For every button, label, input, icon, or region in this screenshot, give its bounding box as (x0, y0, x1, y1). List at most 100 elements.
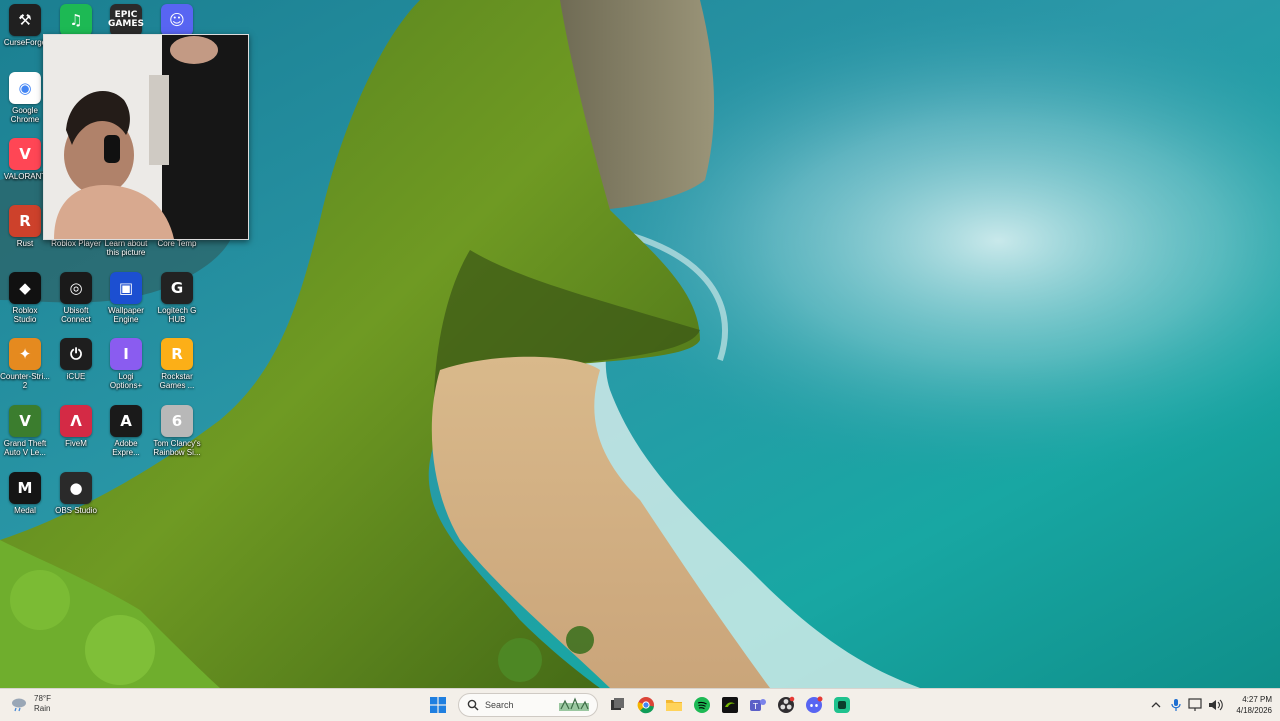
desktop-icon-fivem[interactable]: Λ FiveM (51, 405, 101, 448)
desktop-icon-label: OBS Studio (55, 506, 97, 515)
weather-temp: 78°F (34, 694, 51, 703)
chrome-icon (637, 697, 654, 714)
taskbar-clock[interactable]: 4:27 PM 4/18/2026 (1236, 694, 1272, 716)
weather-widget[interactable]: 78°F Rain (10, 694, 51, 714)
gta-icon: V (9, 405, 41, 437)
system-tray: 4:27 PM 4/18/2026 (1146, 693, 1272, 717)
desktop-icon-label: Wallpaper Engine (108, 306, 144, 324)
desktop-icon-label: Learn about this picture (104, 239, 148, 257)
taskbar-spotify[interactable] (690, 693, 714, 717)
desktop-icon-roblox-studio[interactable]: ◆ Roblox Studio (0, 272, 50, 324)
desktop-icon-obs[interactable]: ● OBS Studio (51, 472, 101, 515)
desktop-icon-label: Rust (16, 239, 34, 248)
tray-network[interactable] (1187, 696, 1205, 714)
desktop-icon-label: Logi Options+ (109, 372, 143, 390)
desktop-icon-label: Logitech G HUB (157, 306, 197, 324)
svg-text:T: T (752, 702, 758, 711)
desktop-icon-rainbow-six[interactable]: 6 Tom Clancy's Rainbow Si... (152, 405, 202, 457)
desktop-icon-label: Ubisoft Connect (61, 306, 91, 324)
clock-date: 4/18/2026 (1236, 706, 1272, 715)
desktop-icon-logitech[interactable]: G Logitech G HUB (152, 272, 202, 324)
desktop-icon-cs2[interactable]: ✦ Counter-Stri... 2 (0, 338, 50, 390)
taskbar-discord[interactable] (802, 693, 826, 717)
desktop-icon-gta5[interactable]: V Grand Theft Auto V Le... (0, 405, 50, 457)
rust-icon: R (9, 205, 41, 237)
obs-icon (778, 696, 795, 713)
taskbar-nvidia[interactable] (718, 693, 742, 717)
tray-volume[interactable] (1207, 696, 1225, 714)
taskbar: 78°F Rain Search T 4:27 PM 4/18/2026 (0, 688, 1280, 721)
fivem-icon: Λ (60, 405, 92, 437)
logitech-g-icon: G (161, 272, 193, 304)
desktop-icon-ubisoft[interactable]: ◎ Ubisoft Connect (51, 272, 101, 324)
desktop-icon-label: Medal (14, 506, 36, 515)
chrome-icon: ◉ (9, 72, 41, 104)
tray-overflow-button[interactable] (1147, 696, 1165, 714)
medal-icon: M (9, 472, 41, 504)
discord-icon (806, 696, 823, 713)
taskbar-app[interactable] (830, 693, 854, 717)
windows-start-icon (430, 697, 446, 713)
desktop-icon-label: Core Temp (157, 239, 197, 248)
microphone-icon (1171, 699, 1182, 711)
folder-icon (666, 700, 682, 711)
obs-icon: ● (60, 472, 92, 504)
wallpaper-engine-icon: ▣ (110, 272, 142, 304)
clock-time: 4:27 PM (1242, 695, 1272, 704)
desktop-icon-label: Roblox Studio (12, 306, 38, 324)
desktop-icon-label: iCUE (66, 372, 86, 381)
speaker-icon (1209, 699, 1224, 711)
valorant-icon: V (9, 138, 41, 170)
adobe-express-icon: A (110, 405, 142, 437)
desktop-icon-discord[interactable]: ☺ (152, 4, 202, 38)
anvil-icon: ⚒ (9, 4, 41, 36)
roblox-studio-icon: ◆ (9, 272, 41, 304)
ubisoft-icon: ◎ (60, 272, 92, 304)
desktop-icon-label: Roblox Player (51, 239, 101, 248)
desktop-icon-spotify[interactable]: ♫ (51, 4, 101, 38)
desktop-icon-rockstar[interactable]: R Rockstar Games ... (152, 338, 202, 390)
icue-icon: ⏻ (60, 338, 92, 370)
desktop-icon-adobe-express[interactable]: A Adobe Expre... (101, 405, 151, 457)
search-placeholder: Search (485, 700, 514, 710)
desktop-icon-label: Tom Clancy's Rainbow Si... (153, 439, 201, 457)
rockstar-icon: R (161, 338, 193, 370)
desktop-icon-wallpaper-engine[interactable]: ▣ Wallpaper Engine (101, 272, 151, 324)
spotify-icon (694, 697, 710, 713)
desktop-icon-label: Grand Theft Auto V Le... (3, 439, 47, 457)
task-view-button[interactable] (606, 693, 630, 717)
desktop-icon-medal[interactable]: M Medal (0, 472, 50, 515)
start-button[interactable] (426, 693, 450, 717)
taskbar-search[interactable]: Search (458, 693, 598, 717)
task-view-icon (611, 698, 624, 710)
spotify-icon: ♫ (60, 4, 92, 36)
taskbar-teams[interactable]: T (746, 693, 770, 717)
teams-icon: T (750, 699, 766, 711)
epic-games-icon: EPIC GAMES (108, 4, 144, 36)
desktop-icon-logi-options[interactable]: Ⅰ Logi Options+ (101, 338, 151, 390)
desktop-icon-icue[interactable]: ⏻ iCUE (51, 338, 101, 381)
counter-strike-icon: ✦ (9, 338, 41, 370)
app-icon (834, 697, 850, 713)
desktop-icon-label: FiveM (65, 439, 87, 448)
desktop-icon-label: Adobe Expre... (112, 439, 140, 457)
taskbar-file-explorer[interactable] (662, 693, 686, 717)
discord-icon: ☺ (161, 4, 193, 36)
desktop-icon-label: Rockstar Games ... (159, 372, 195, 390)
webcam-feed-image (44, 35, 248, 239)
weather-condition: Rain (34, 704, 51, 713)
nvidia-icon (722, 697, 738, 713)
rainbow-six-icon: 6 (161, 405, 193, 437)
search-icon (467, 699, 479, 711)
network-monitor-icon (1188, 698, 1203, 711)
taskbar-obs[interactable] (774, 693, 798, 717)
logi-options-icon: Ⅰ (110, 338, 142, 370)
desktop-icon-label: Counter-Stri... 2 (0, 372, 50, 390)
search-highlight-icon (559, 697, 589, 711)
taskbar-chrome[interactable] (634, 693, 658, 717)
desktop-icon-epic[interactable]: EPIC GAMES (101, 4, 151, 38)
webcam-overlay[interactable] (43, 34, 249, 240)
rain-cloud-icon (12, 698, 26, 712)
tray-microphone[interactable] (1167, 696, 1185, 714)
chevron-up-icon (1151, 702, 1161, 708)
